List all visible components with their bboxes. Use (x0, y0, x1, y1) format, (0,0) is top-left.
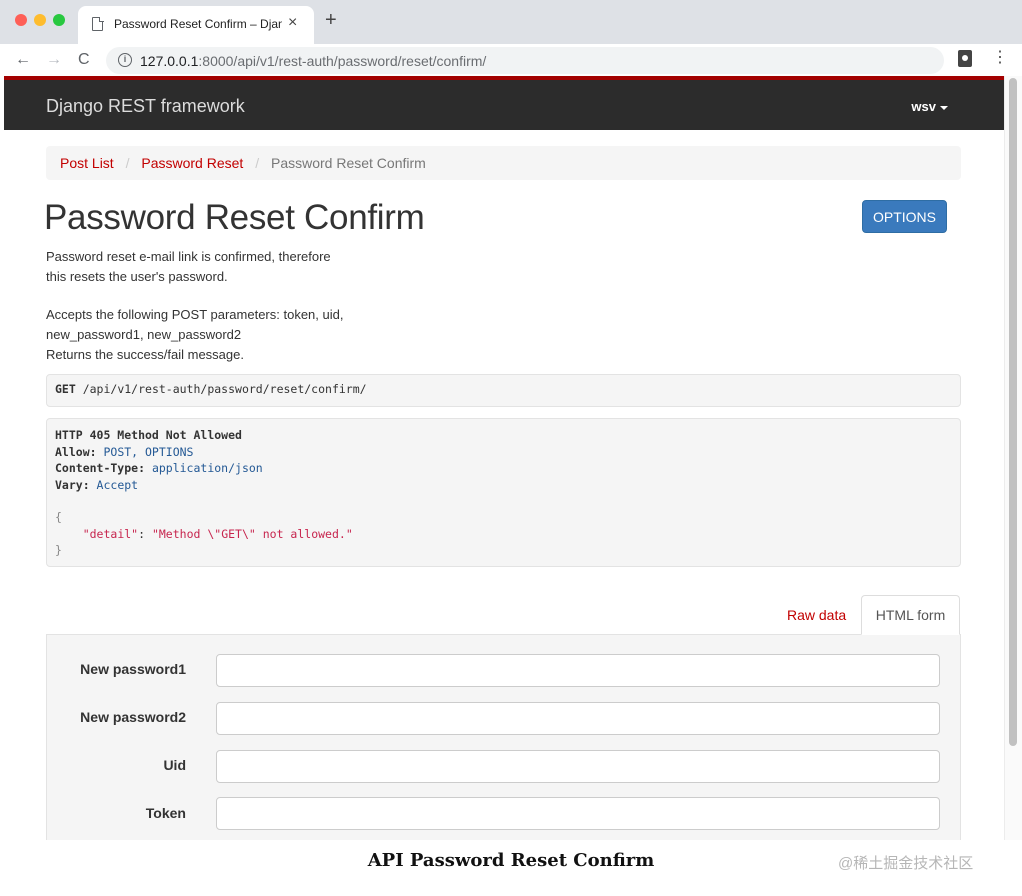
breadcrumb-separator: / (125, 155, 130, 171)
more-menu-icon[interactable]: ⋮ (992, 48, 1008, 68)
page-viewport: Django REST framework wsv Post List / Pa… (0, 76, 1022, 840)
new-password1-label: New password1 (80, 661, 186, 677)
token-input[interactable] (216, 797, 940, 830)
description-line: this resets the user's password. (46, 269, 228, 284)
page-icon (92, 16, 104, 31)
browser-tab-bar: Password Reset Confirm – Djan × + (0, 0, 1022, 44)
endpoint-parameters: Accepts the following POST parameters: t… (46, 305, 343, 365)
minimize-window-button[interactable] (34, 14, 46, 26)
breadcrumb-password-reset[interactable]: Password Reset (141, 155, 243, 171)
request-method: GET (55, 382, 76, 396)
new-password2-input[interactable] (216, 702, 940, 735)
breadcrumb-separator: / (255, 155, 260, 171)
options-button[interactable]: OPTIONS (862, 200, 947, 233)
drf-navbar: Django REST framework wsv (4, 76, 1004, 130)
clipboard-extension-icon[interactable] (958, 50, 972, 67)
brand-link[interactable]: Django REST framework (46, 96, 245, 117)
tab-raw-data[interactable]: Raw data (787, 607, 846, 623)
new-password2-label: New password2 (80, 709, 186, 725)
response-header-allow: Allow: POST, OPTIONS (55, 444, 194, 459)
uid-input[interactable] (216, 750, 940, 783)
info-icon[interactable]: i (118, 53, 132, 67)
close-window-button[interactable] (15, 14, 27, 26)
request-path: /api/v1/rest-auth/password/reset/confirm… (75, 382, 367, 396)
scroll-thumb[interactable] (1009, 78, 1017, 746)
response-header-vary: Vary: Accept (55, 477, 139, 492)
breadcrumb: Post List / Password Reset / Password Re… (46, 146, 961, 180)
url-bar[interactable]: i 127.0.0.1:8000/api/v1/rest-auth/passwo… (106, 47, 944, 74)
breadcrumb-post-list[interactable]: Post List (60, 155, 114, 171)
response-info: HTTP 405 Method Not Allowed Allow: POST,… (46, 418, 961, 567)
back-arrow-icon[interactable]: ← (15, 50, 31, 70)
url-text[interactable]: 127.0.0.1:8000/api/v1/rest-auth/password… (140, 53, 486, 69)
json-open-brace: { (55, 510, 62, 524)
description-line: Returns the success/fail message. (46, 347, 244, 362)
close-tab-icon[interactable]: × (288, 14, 297, 32)
json-value: "Method \"GET\" not allowed." (151, 526, 353, 541)
json-key: "detail" (82, 526, 139, 541)
breadcrumb-current: Password Reset Confirm (270, 155, 426, 171)
tab-html-form[interactable]: HTML form (861, 595, 960, 635)
json-colon: : (138, 526, 152, 541)
zoom-window-button[interactable] (53, 14, 65, 26)
url-host: 127.0.0.1 (140, 53, 199, 69)
token-label: Token (145, 805, 186, 821)
new-password1-input[interactable] (216, 654, 940, 687)
address-toolbar: ← → C i 127.0.0.1:8000/api/v1/rest-auth/… (0, 44, 1022, 76)
browser-tab[interactable]: Password Reset Confirm – Djan × (78, 6, 314, 44)
description-line: Accepts the following POST parameters: t… (46, 307, 344, 322)
tab-title: Password Reset Confirm – Djan (114, 17, 282, 31)
page-scrollbar[interactable] (1004, 76, 1022, 840)
page-title: Password Reset Confirm (44, 198, 425, 237)
url-path: :8000/api/v1/rest-auth/password/reset/co… (198, 53, 487, 69)
json-close-brace: } (55, 543, 62, 557)
watermark: @稀土掘金技术社区 (838, 855, 974, 872)
forward-arrow-icon[interactable]: → (46, 50, 62, 70)
new-tab-icon[interactable]: + (325, 10, 337, 30)
caret-down-icon (940, 105, 948, 110)
json-detail-line: "detail": "Method \"GET\" not allowed." (55, 526, 952, 543)
response-header-content-type: Content-Type: application/json (55, 461, 263, 475)
request-info: GET /api/v1/rest-auth/password/reset/con… (46, 374, 961, 407)
user-name: wsv (911, 99, 936, 114)
response-status: HTTP 405 Method Not Allowed (55, 428, 242, 442)
description-line: Password reset e-mail link is confirmed,… (46, 249, 331, 264)
description-line: new_password1, new_password2 (46, 327, 242, 342)
user-menu-dropdown[interactable]: wsv (911, 99, 948, 114)
endpoint-description: Password reset e-mail link is confirmed,… (46, 247, 331, 287)
reload-icon[interactable]: C (78, 50, 90, 70)
uid-label: Uid (163, 757, 186, 773)
